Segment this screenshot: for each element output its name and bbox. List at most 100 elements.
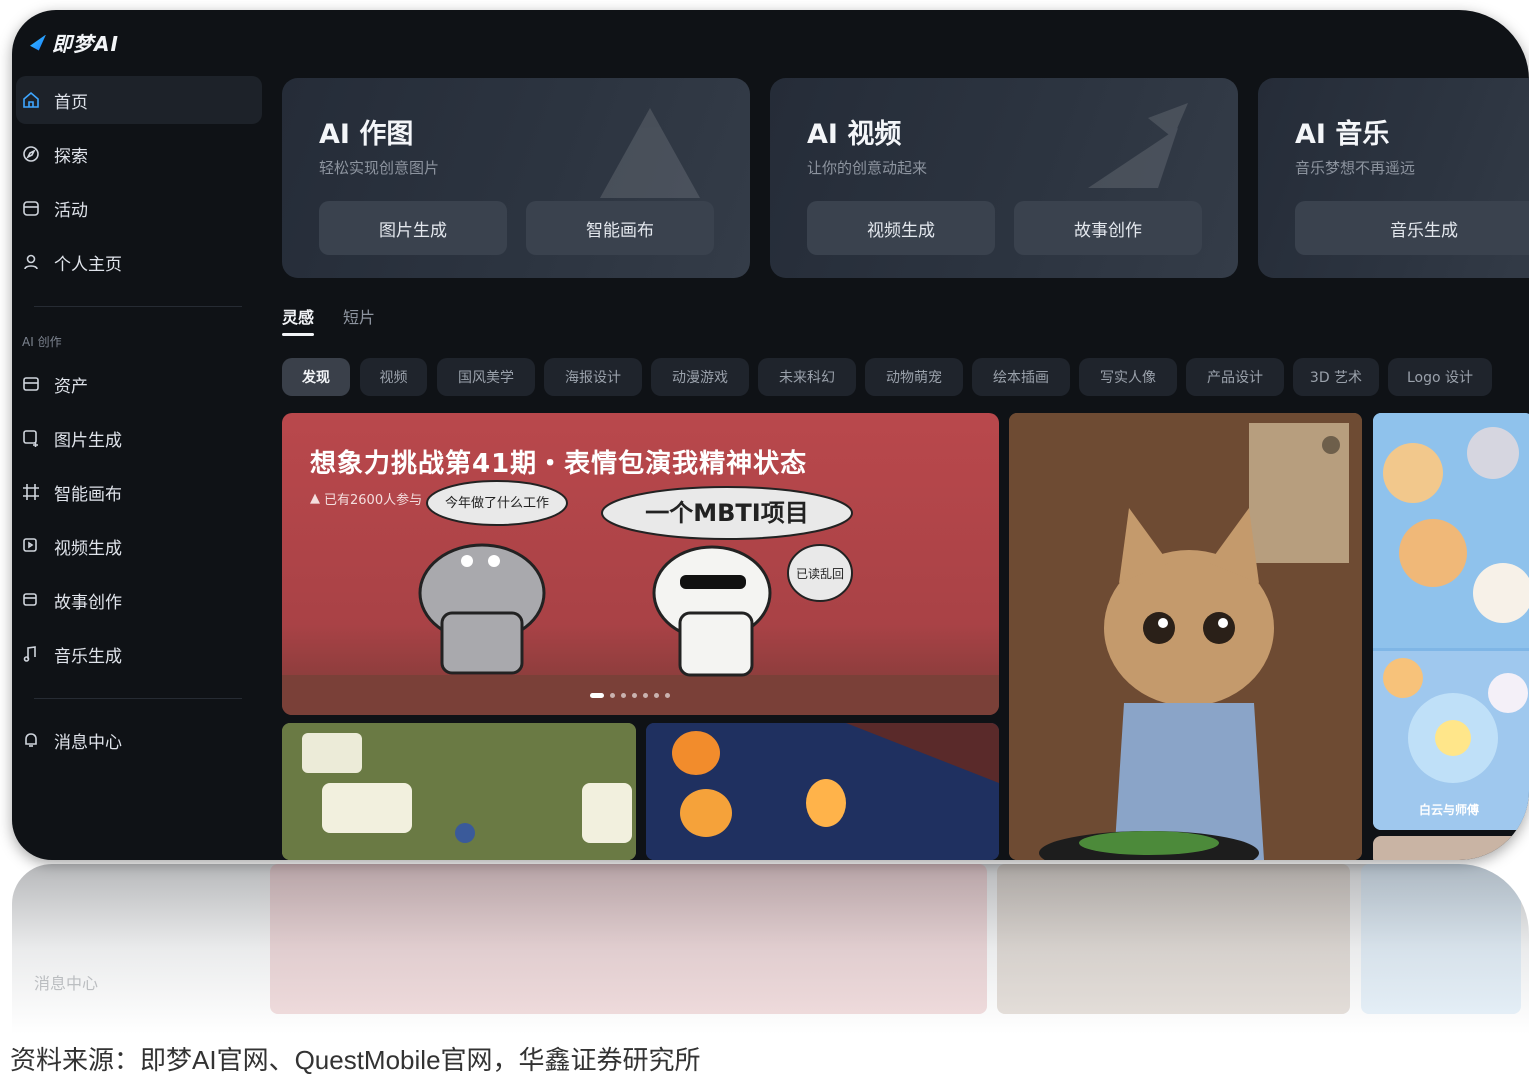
sidebar-item-profile[interactable]: 个人主页 — [16, 238, 262, 286]
sidebar-item-label: 消息中心 — [54, 732, 122, 753]
sidebar-item-image-gen[interactable]: 图片生成 — [16, 414, 262, 462]
sidebar-item-home[interactable]: 首页 — [16, 76, 262, 124]
sidebar-item-story[interactable]: 故事创作 — [16, 576, 262, 624]
bell-icon — [22, 731, 40, 749]
sidebar-divider — [34, 698, 242, 699]
chip-category[interactable]: Logo 设计 — [1388, 358, 1492, 396]
image-gen-icon — [22, 429, 40, 447]
chip-category[interactable]: 产品设计 — [1186, 358, 1284, 396]
folder-icon — [22, 375, 40, 393]
carousel-dot[interactable] — [643, 693, 648, 698]
sidebar-item-label: 资产 — [54, 376, 88, 397]
smart-canvas-button[interactable]: 智能画布 — [526, 201, 714, 255]
chip-category[interactable]: 动漫游戏 — [651, 358, 749, 396]
sidebar-item-label: 活动 — [54, 200, 88, 221]
chip-category[interactable]: 海报设计 — [544, 358, 642, 396]
active-tab-indicator — [282, 333, 314, 336]
carousel-dot[interactable] — [665, 693, 670, 698]
chip-category[interactable]: 视频 — [360, 358, 427, 396]
feature-card-ai-video: AI 视频 让你的创意动起来 视频生成 故事创作 — [770, 78, 1238, 278]
sidebar-divider — [34, 306, 242, 307]
bubble-left-text: 今年做了什么工作 — [445, 495, 549, 511]
bubble-center-text: 一个MBTI项目 — [645, 499, 808, 527]
sidebar-section-label: AI 创作 — [22, 335, 62, 349]
chip-category[interactable]: 发现 — [282, 358, 350, 396]
logo-mark-icon — [30, 34, 46, 51]
chip-category[interactable]: 绘本插画 — [972, 358, 1070, 396]
sidebar-item-label: 故事创作 — [54, 592, 122, 613]
person-icon: ▲ — [310, 491, 320, 506]
gallery-image-partial[interactable] — [1373, 836, 1529, 860]
sidebar-item-label: 智能画布 — [54, 484, 122, 505]
carousel-dot[interactable] — [654, 693, 659, 698]
canvas-icon — [22, 483, 40, 501]
image-gen-button[interactable]: 图片生成 — [319, 201, 507, 255]
lantern-illustration — [646, 723, 999, 860]
image-caption: 白云与师傅 — [1419, 803, 1480, 817]
gallery-image-lanterns[interactable] — [646, 723, 999, 860]
gallery-image-cooking-cat[interactable] — [1009, 413, 1362, 860]
compass-icon — [22, 145, 40, 163]
carousel-dot[interactable] — [621, 693, 626, 698]
bubble-right-text: 已读乱回 — [796, 567, 844, 581]
chip-category[interactable]: 未来科幻 — [758, 358, 856, 396]
card-subtitle: 轻松实现创意图片 — [319, 159, 440, 177]
card-subtitle: 音乐梦想不再遥远 — [1295, 159, 1416, 177]
music-gen-button[interactable]: 音乐生成 — [1295, 201, 1529, 255]
reflection-label: 消息中心 — [34, 974, 99, 993]
challenge-banner[interactable]: 今年做了什么工作 一个MBTI项目 已读乱回 想象力挑战第41期・表情包演我精神… — [282, 413, 999, 715]
story-create-button[interactable]: 故事创作 — [1014, 201, 1202, 255]
carousel-dot[interactable] — [632, 693, 637, 698]
window-reflection: 消息中心 — [12, 864, 1529, 1034]
reflection-grid — [1361, 864, 1521, 1014]
cat-collage-illustration — [1373, 413, 1529, 830]
app-logo[interactable]: 即梦AI — [30, 28, 119, 57]
banner-participants: ▲ 已有2600人参与 — [310, 489, 422, 508]
sidebar-item-messages[interactable]: 消息中心 — [16, 716, 262, 764]
calendar-icon — [22, 199, 40, 217]
card-title: AI 作图 — [319, 119, 414, 150]
source-caption: 资料来源：即梦AI官网、QuestMobile官网，华鑫证券研究所 — [10, 1045, 701, 1075]
sidebar-item-assets[interactable]: 资产 — [16, 360, 262, 408]
sidebar-item-explore[interactable]: 探索 — [16, 130, 262, 178]
video-gen-icon — [22, 537, 40, 555]
card-decoration-icon — [600, 108, 700, 198]
music-icon — [22, 645, 40, 663]
tab-shorts[interactable]: 短片 — [343, 304, 375, 328]
sidebar-item-activity[interactable]: 活动 — [16, 184, 262, 232]
sidebar-item-label: 探索 — [54, 146, 88, 167]
carousel-dot-active[interactable] — [590, 693, 604, 698]
reflection-banner — [270, 864, 987, 1014]
user-icon — [22, 253, 40, 271]
sidebar-item-label: 视频生成 — [54, 538, 122, 559]
sidebar-item-video-gen[interactable]: 视频生成 — [16, 522, 262, 570]
sidebar-item-label: 音乐生成 — [54, 646, 122, 667]
sidebar-item-label: 首页 — [54, 92, 88, 113]
home-icon — [22, 91, 40, 109]
chip-category[interactable]: 3D 艺术 — [1293, 358, 1379, 396]
reflection-cat — [997, 864, 1350, 1014]
sidebar-item-label: 个人主页 — [54, 254, 122, 275]
chip-category[interactable]: 动物萌宠 — [865, 358, 963, 396]
card-title: AI 视频 — [807, 119, 902, 150]
tab-inspiration[interactable]: 灵感 — [282, 304, 314, 328]
feature-card-ai-image: AI 作图 轻松实现创意图片 图片生成 智能画布 — [282, 78, 750, 278]
participants-count: 已有2600人参与 — [324, 493, 423, 508]
chip-category[interactable]: 国风美学 — [437, 358, 535, 396]
sidebar-item-canvas[interactable]: 智能画布 — [16, 468, 262, 516]
chip-category[interactable]: 写实人像 — [1079, 358, 1177, 396]
sidebar-item-label: 图片生成 — [54, 430, 122, 451]
app-window: 即梦AI 首页 探索 活动 个人主页 AI 创作 资产 图片生成 智能画布 视频… — [12, 10, 1529, 860]
screenshot-stage: 即梦AI 首页 探索 活动 个人主页 AI 创作 资产 图片生成 智能画布 视频… — [0, 0, 1529, 1082]
video-gen-button[interactable]: 视频生成 — [807, 201, 995, 255]
cooking-cat-illustration — [1009, 413, 1362, 860]
sidebar-item-music[interactable]: 音乐生成 — [16, 630, 262, 678]
carousel-dots — [590, 693, 670, 698]
story-icon — [22, 591, 40, 609]
gallery-image-mahjong[interactable] — [282, 723, 636, 860]
banner-title: 想象力挑战第41期・表情包演我精神状态 — [310, 449, 808, 479]
logo-text: 即梦AI — [52, 32, 119, 56]
gallery-image-cat-collage[interactable]: 白云与师傅 — [1373, 413, 1529, 830]
carousel-dot[interactable] — [610, 693, 615, 698]
feature-card-ai-music: AI 音乐 音乐梦想不再遥远 音乐生成 — [1258, 78, 1529, 278]
